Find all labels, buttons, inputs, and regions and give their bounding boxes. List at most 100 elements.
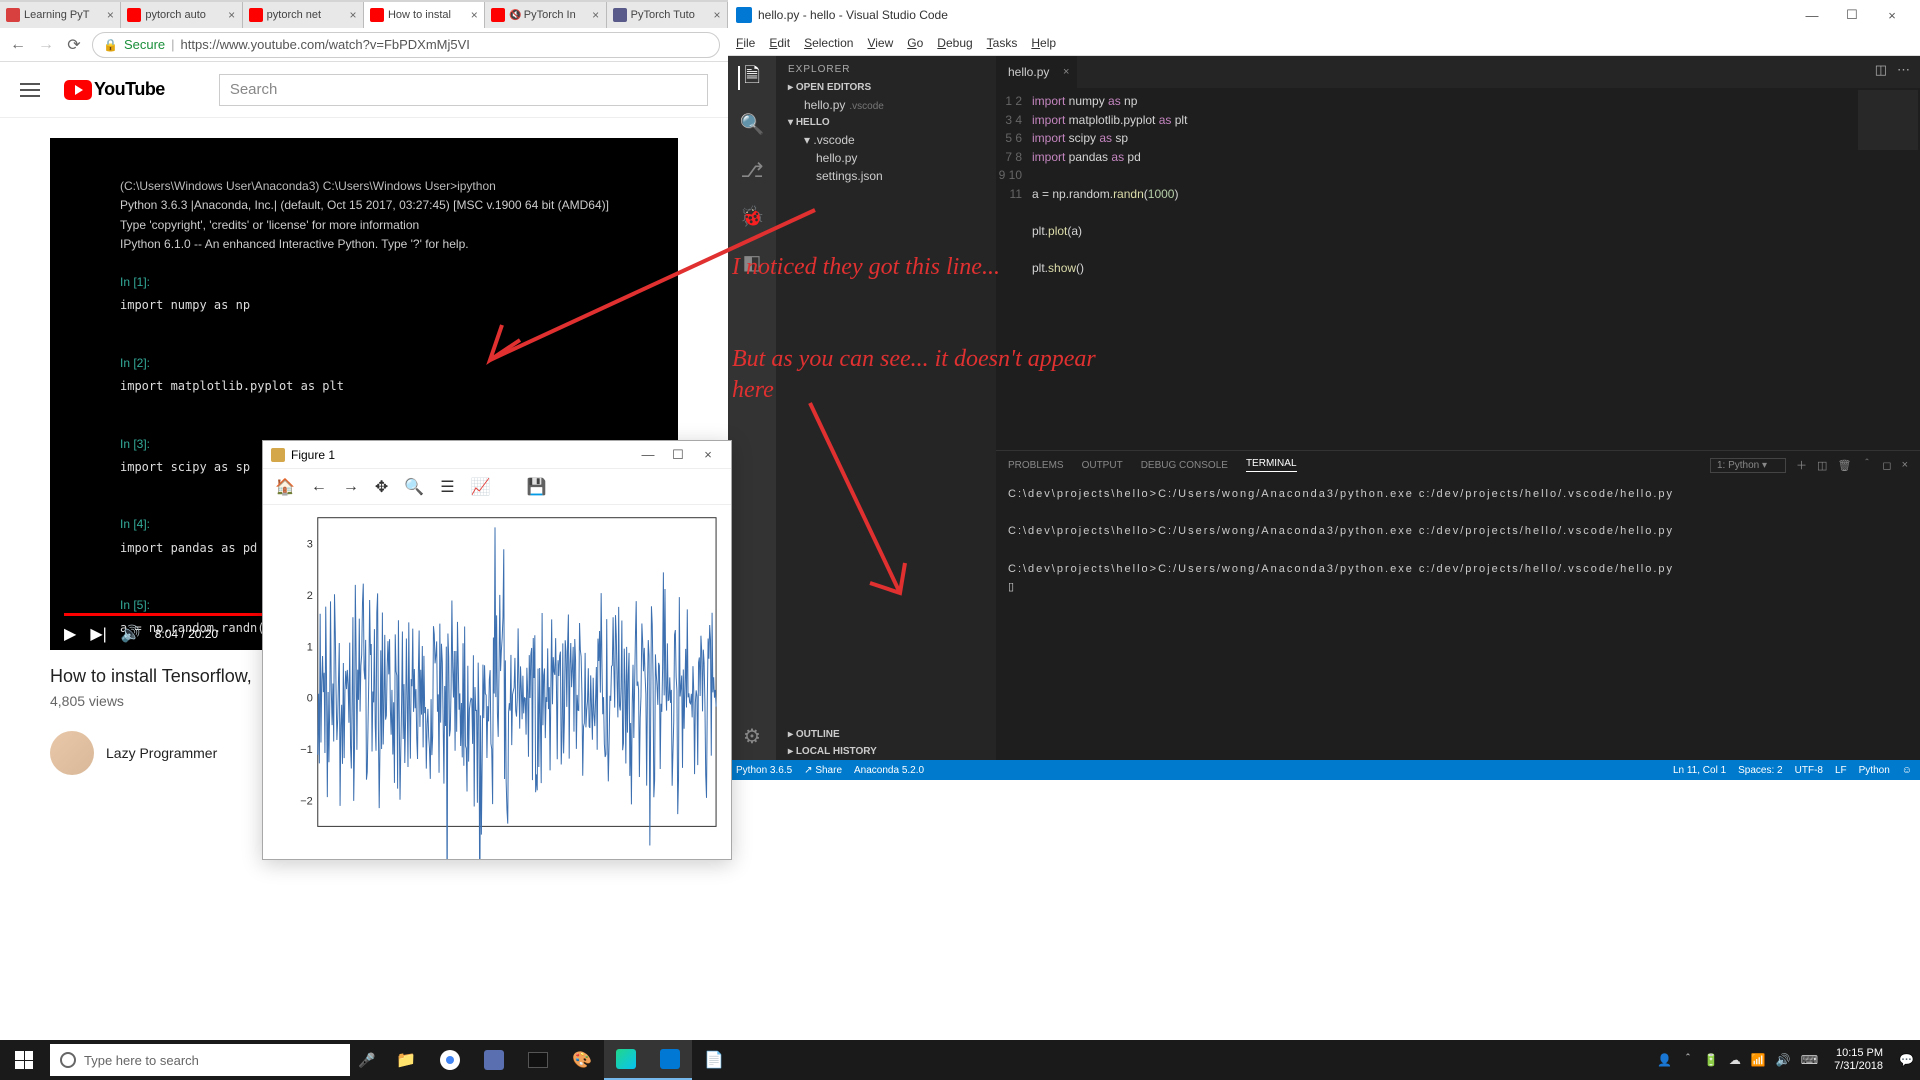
browser-tab[interactable]: 🔇PyTorch In× bbox=[485, 2, 606, 28]
menu-go[interactable]: Go bbox=[907, 36, 923, 50]
explorer-icon[interactable]: 🗎 bbox=[738, 66, 764, 90]
configure-icon[interactable]: ☰ bbox=[440, 477, 454, 497]
close-icon[interactable]: × bbox=[1063, 66, 1069, 78]
file-explorer-icon[interactable]: 📁 bbox=[384, 1040, 428, 1080]
menu-edit[interactable]: Edit bbox=[769, 36, 790, 50]
menu-icon[interactable] bbox=[20, 83, 40, 97]
minimap[interactable] bbox=[1858, 90, 1918, 150]
pycharm-icon[interactable] bbox=[604, 1040, 648, 1080]
taskbar-clock[interactable]: 10:15 PM 7/31/2018 bbox=[1828, 1047, 1889, 1073]
close-icon[interactable]: × bbox=[347, 9, 359, 21]
terminal-dropdown[interactable]: 1: Python ▾ bbox=[1710, 458, 1786, 473]
status-encoding[interactable]: UTF-8 bbox=[1795, 765, 1823, 776]
uploader-name[interactable]: Lazy Programmer bbox=[106, 745, 217, 761]
menu-selection[interactable]: Selection bbox=[804, 36, 853, 50]
close-icon[interactable]: × bbox=[104, 9, 116, 21]
volume-button[interactable]: 🔊 bbox=[121, 624, 141, 644]
omnibox[interactable]: 🔒 Secure | https://www.youtube.com/watch… bbox=[92, 32, 720, 58]
source-control-icon[interactable]: ⎇ bbox=[740, 158, 764, 182]
tray-chevron-icon[interactable]: ＾ bbox=[1682, 1052, 1694, 1069]
status-cursor[interactable]: Ln 11, Col 1 bbox=[1673, 765, 1726, 776]
battery-icon[interactable]: 🔋 bbox=[1704, 1053, 1719, 1067]
play-button[interactable]: ▶ bbox=[64, 624, 76, 644]
status-anaconda[interactable]: Anaconda 5.2.0 bbox=[854, 765, 924, 776]
close-panel-icon[interactable]: × bbox=[1902, 459, 1908, 471]
search-icon[interactable]: 🔍 bbox=[740, 112, 764, 136]
browser-tab-active[interactable]: How to instal× bbox=[364, 2, 485, 28]
status-share[interactable]: ↗ Share bbox=[804, 765, 842, 776]
people-icon[interactable]: 👤 bbox=[1657, 1053, 1672, 1067]
tab-output[interactable]: OUTPUT bbox=[1082, 460, 1123, 471]
kill-terminal-icon[interactable]: 🗑 bbox=[1837, 459, 1851, 472]
folder-section[interactable]: ▾ HELLO bbox=[776, 114, 996, 131]
browser-tab[interactable]: pytorch auto× bbox=[121, 2, 242, 28]
notepad-icon[interactable]: 📄 bbox=[692, 1040, 736, 1080]
maximize-button[interactable]: ☐ bbox=[1832, 7, 1872, 23]
outline-section[interactable]: ▸ OUTLINE bbox=[776, 726, 996, 743]
menu-tasks[interactable]: Tasks bbox=[987, 36, 1018, 50]
local-history-section[interactable]: ▸ LOCAL HISTORY bbox=[776, 743, 996, 760]
back-icon[interactable]: ← bbox=[311, 478, 327, 496]
menu-view[interactable]: View bbox=[867, 36, 893, 50]
save-icon[interactable]: 💾 bbox=[527, 477, 547, 497]
chrome-icon[interactable] bbox=[428, 1040, 472, 1080]
status-indent[interactable]: Spaces: 2 bbox=[1738, 765, 1782, 776]
tab-debug-console[interactable]: DEBUG CONSOLE bbox=[1141, 460, 1228, 471]
close-icon[interactable]: × bbox=[711, 9, 723, 21]
start-button[interactable] bbox=[0, 1040, 48, 1080]
browser-tab[interactable]: pytorch net× bbox=[243, 2, 364, 28]
avatar[interactable] bbox=[50, 731, 94, 775]
status-language[interactable]: Python bbox=[1859, 765, 1890, 776]
code-editor[interactable]: 1 2 3 4 5 6 7 8 9 10 11 import numpy as … bbox=[996, 88, 1920, 450]
new-terminal-icon[interactable]: ＋ bbox=[1796, 457, 1807, 473]
window-titlebar[interactable]: Figure 1 — ☐ × bbox=[263, 441, 731, 469]
tab-problems[interactable]: PROBLEMS bbox=[1008, 460, 1064, 471]
volume-icon[interactable]: 🔊 bbox=[1776, 1053, 1791, 1067]
back-button[interactable]: ← bbox=[8, 36, 28, 54]
pan-icon[interactable]: ✥ bbox=[375, 477, 388, 497]
next-button[interactable]: ▶| bbox=[90, 624, 106, 644]
code-content[interactable]: import numpy as np import matplotlib.pyp… bbox=[1032, 92, 1920, 450]
maximize-button[interactable]: ☐ bbox=[663, 447, 693, 463]
menu-help[interactable]: Help bbox=[1031, 36, 1056, 50]
home-icon[interactable]: 🏠 bbox=[275, 477, 295, 497]
close-icon[interactable]: × bbox=[226, 9, 238, 21]
status-python[interactable]: Python 3.6.5 bbox=[736, 765, 792, 776]
mic-icon[interactable]: 🎤 bbox=[350, 1052, 384, 1069]
zoom-icon[interactable]: 🔍 bbox=[404, 477, 424, 497]
ime-icon[interactable]: ⌨ bbox=[1801, 1053, 1818, 1067]
youtube-logo[interactable]: YouTube bbox=[64, 79, 165, 100]
matplotlib-window[interactable]: Figure 1 — ☐ × 🏠 ← → ✥ 🔍 ☰ 📈 💾 3210−1−2 bbox=[262, 440, 732, 860]
minimize-button[interactable]: — bbox=[633, 447, 663, 462]
tab-terminal[interactable]: TERMINAL bbox=[1246, 458, 1297, 472]
vscode-taskbar-icon[interactable] bbox=[648, 1040, 692, 1080]
tree-item[interactable]: settings.json bbox=[776, 167, 996, 185]
tree-item[interactable]: ▾ .vscode bbox=[776, 131, 996, 149]
forward-icon[interactable]: → bbox=[343, 478, 359, 496]
cmd-icon[interactable] bbox=[516, 1040, 560, 1080]
browser-tab[interactable]: PyTorch Tuto× bbox=[607, 2, 728, 28]
open-editor-item[interactable]: hello.py.vscode bbox=[776, 96, 996, 114]
split-terminal-icon[interactable]: ◫ bbox=[1817, 459, 1827, 472]
onedrive-icon[interactable]: ☁ bbox=[1729, 1053, 1741, 1067]
menu-debug[interactable]: Debug bbox=[937, 36, 972, 50]
taskbar-search[interactable]: Type here to search bbox=[50, 1044, 350, 1076]
close-icon[interactable]: × bbox=[590, 9, 602, 21]
forward-button[interactable]: → bbox=[36, 36, 56, 54]
chevron-up-icon[interactable]: ＾ bbox=[1861, 457, 1872, 473]
reload-button[interactable]: ⟳ bbox=[64, 35, 84, 55]
notifications-icon[interactable]: 💬 bbox=[1899, 1053, 1914, 1067]
split-editor-icon[interactable]: ◫ bbox=[1875, 62, 1887, 78]
edit-icon[interactable]: 📈 bbox=[471, 477, 491, 497]
maximize-panel-icon[interactable]: ◻ bbox=[1882, 459, 1891, 472]
tree-item[interactable]: hello.py bbox=[776, 149, 996, 167]
gear-icon[interactable]: ⚙ bbox=[740, 724, 764, 748]
app-icon[interactable] bbox=[472, 1040, 516, 1080]
browser-tab[interactable]: Learning PyT× bbox=[0, 2, 121, 28]
debug-icon[interactable]: 🐞 bbox=[740, 204, 764, 228]
more-icon[interactable]: ⋯ bbox=[1897, 62, 1910, 78]
editor-tab[interactable]: hello.py× bbox=[996, 56, 1077, 88]
close-button[interactable]: × bbox=[693, 447, 723, 462]
open-editors-section[interactable]: ▸ OPEN EDITORS bbox=[776, 79, 996, 96]
wifi-icon[interactable]: 📶 bbox=[1751, 1053, 1766, 1067]
